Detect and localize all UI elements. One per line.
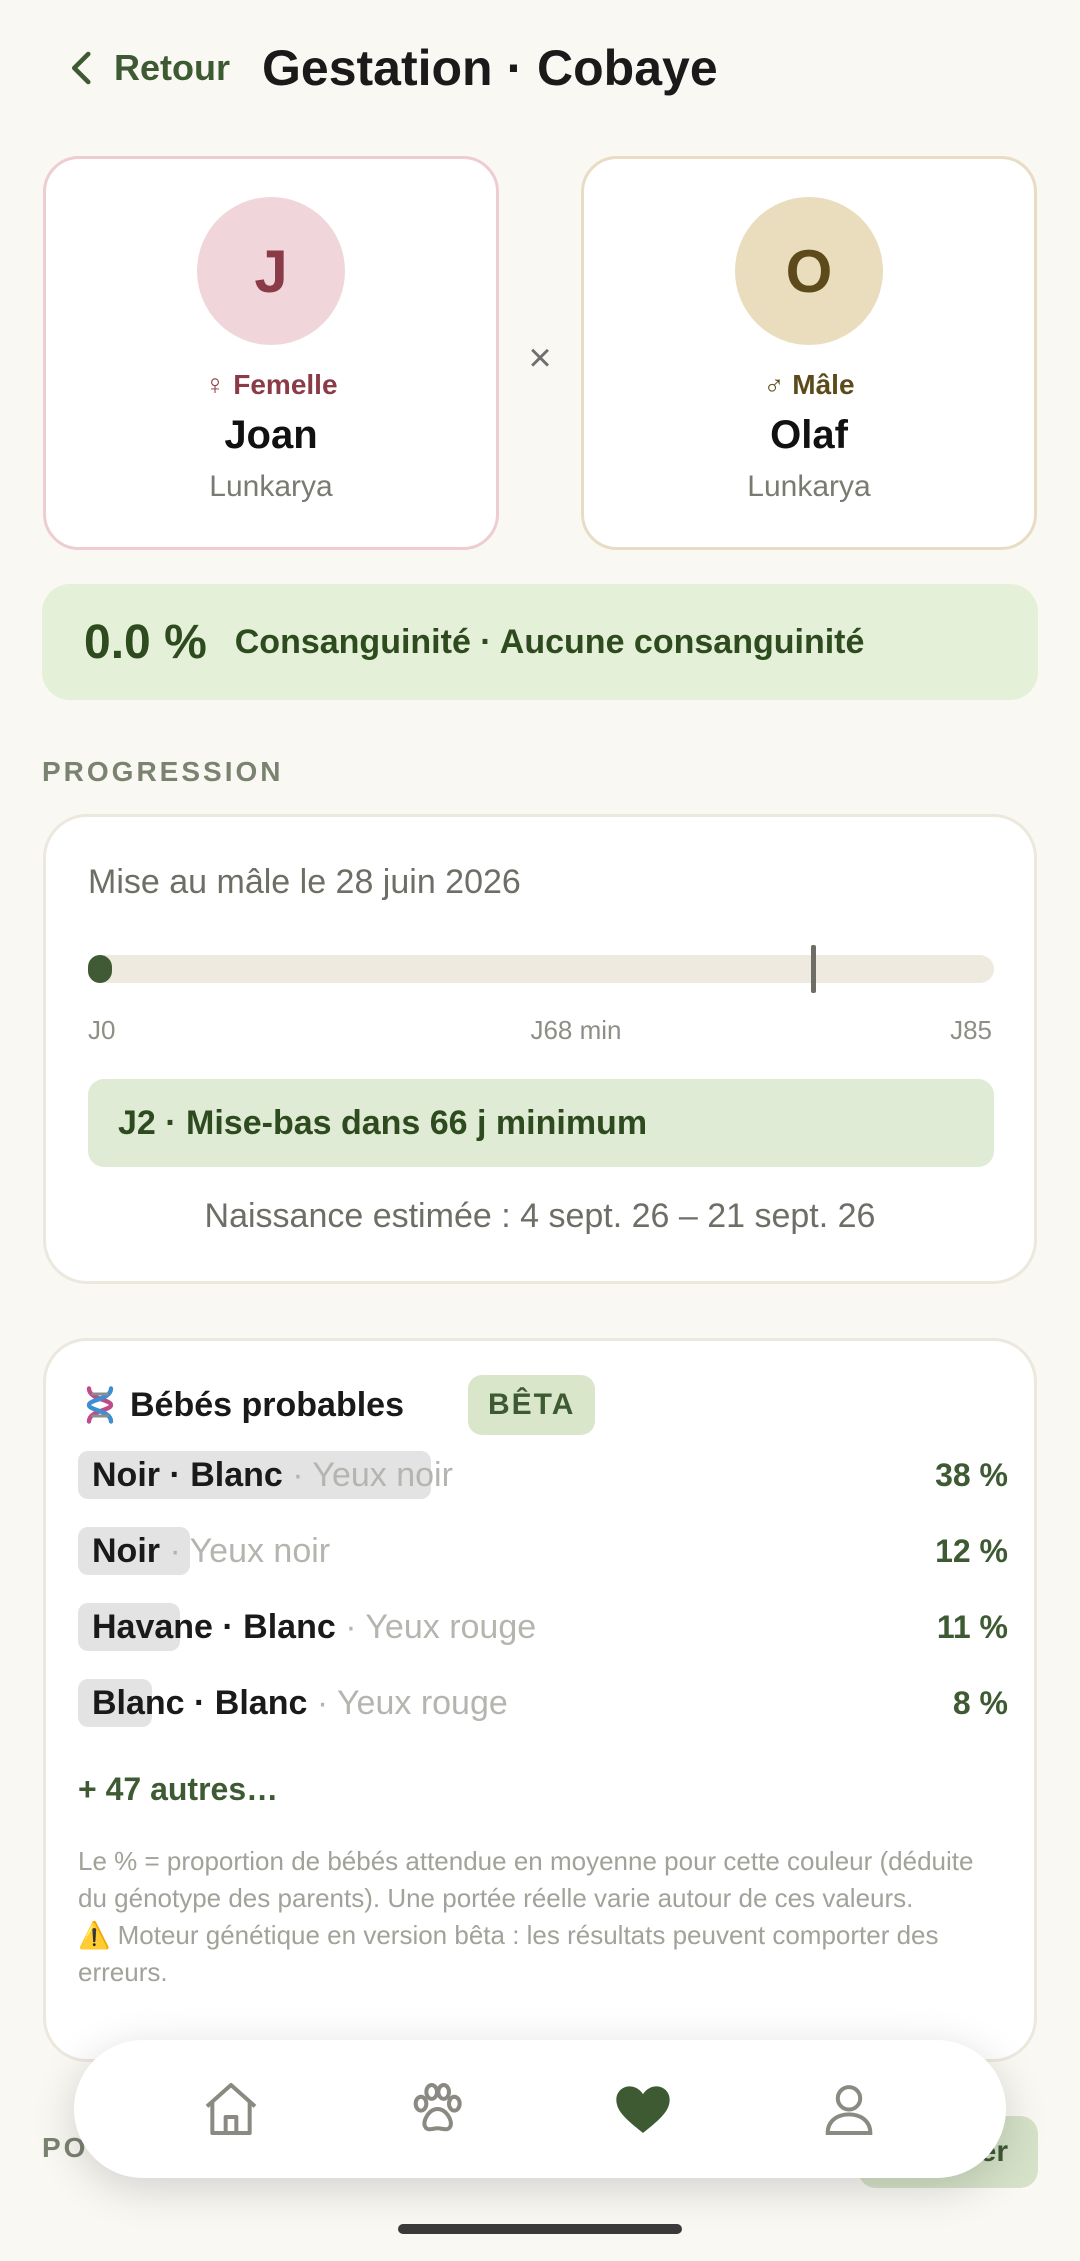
back-button[interactable]: Retour bbox=[62, 36, 230, 100]
gestation-progress-fill bbox=[88, 955, 112, 983]
prediction-eyes: · Yeux noir bbox=[282, 1456, 453, 1494]
prediction-row: Noir · Blanc · Yeux noir 38 % bbox=[78, 1447, 1008, 1503]
prediction-eyes: · Yeux rouge bbox=[307, 1684, 508, 1722]
paw-icon bbox=[413, 2083, 462, 2132]
probable-babies-card: Bébés probables BÊTA Noir · Blanc · Yeux… bbox=[43, 1338, 1037, 2062]
countdown-banner: J2 · Mise-bas dans 66 j minimum bbox=[88, 1079, 994, 1167]
beta-badge: BÊTA bbox=[467, 1375, 596, 1435]
minimum-term-marker bbox=[810, 945, 816, 993]
prediction-row: Havane · Blanc · Yeux rouge 11 % bbox=[78, 1599, 1008, 1655]
nav-home[interactable] bbox=[171, 2049, 291, 2169]
consanguinity-banner: 0.0 % Consanguinité · Aucune consanguini… bbox=[42, 584, 1038, 700]
top-bar: Retour Gestation · Cobaye bbox=[0, 0, 1080, 140]
user-icon bbox=[825, 2085, 873, 2135]
prediction-percent: 38 % bbox=[935, 1457, 1008, 1493]
female-breed: Lunkarya bbox=[209, 470, 333, 503]
prediction-coat: Havane · Blanc bbox=[92, 1608, 336, 1646]
gestation-progress-track bbox=[88, 945, 994, 993]
progression-card: Mise au mâle le 28 juin 2026 J0 J68 min … bbox=[43, 814, 1037, 1284]
male-sex-label: ♂ Mâle bbox=[763, 369, 855, 400]
progression-section-label: PROGRESSION bbox=[42, 756, 284, 787]
prediction-coat: Noir bbox=[92, 1532, 160, 1570]
prediction-eyes: · Yeux noir bbox=[160, 1532, 331, 1570]
female-name: Joan bbox=[224, 413, 318, 457]
male-name: Olaf bbox=[770, 413, 848, 457]
page-title: Gestation · Cobaye bbox=[262, 40, 718, 96]
nav-breeding[interactable] bbox=[583, 2049, 703, 2169]
back-label: Retour bbox=[114, 47, 230, 88]
female-parent-card[interactable]: J ♀ Femelle Joan Lunkarya bbox=[43, 156, 499, 550]
consanguinity-label: Consanguinité · Aucune consanguinité bbox=[234, 622, 865, 661]
prediction-percent: 12 % bbox=[935, 1533, 1008, 1569]
prediction-percent: 8 % bbox=[952, 1685, 1008, 1721]
babies-title: Bébés probables bbox=[130, 1385, 404, 1424]
tick-label-end: J85 bbox=[950, 1015, 992, 1045]
male-avatar: O bbox=[735, 197, 883, 345]
heart-icon bbox=[616, 2086, 670, 2133]
prediction-coat: Noir · Blanc bbox=[92, 1456, 283, 1494]
prediction-row: Blanc · Blanc · Yeux rouge 8 % bbox=[78, 1675, 1008, 1731]
prediction-row: Noir · Yeux noir 12 % bbox=[78, 1523, 1008, 1579]
prediction-label: Blanc · Blanc · Yeux rouge bbox=[92, 1675, 508, 1731]
prediction-eyes: · Yeux rouge bbox=[335, 1608, 537, 1646]
female-sex-label: ♀ Femelle bbox=[204, 369, 338, 400]
consanguinity-value: 0.0 % bbox=[84, 615, 207, 669]
prediction-coat: Blanc · Blanc bbox=[92, 1684, 308, 1722]
home-icon bbox=[205, 2083, 257, 2135]
male-parent-card[interactable]: O ♂ Mâle Olaf Lunkarya bbox=[581, 156, 1037, 550]
home-indicator[interactable] bbox=[398, 2224, 682, 2234]
female-avatar: J bbox=[197, 197, 345, 345]
chevron-left-icon bbox=[71, 51, 91, 85]
estimated-birth: Naissance estimée : 4 sept. 26 – 21 sept… bbox=[204, 1197, 876, 1235]
babies-disclaimer: Le % = proportion de bébés attendue en m… bbox=[78, 1843, 1008, 1991]
male-breed: Lunkarya bbox=[747, 470, 871, 503]
disclaimer-percent-explanation: Le % = proportion de bébés attendue en m… bbox=[78, 1846, 974, 1913]
mating-date: Mise au mâle le 28 juin 2026 bbox=[88, 863, 521, 901]
cross-icon: × bbox=[528, 336, 552, 380]
prediction-percent: 11 % bbox=[936, 1609, 1008, 1645]
more-predictions-link[interactable]: + 47 autres… bbox=[78, 1771, 278, 1808]
nav-animals[interactable] bbox=[377, 2049, 497, 2169]
disclaimer-beta-warning: ⚠️ Moteur génétique en version bêta : le… bbox=[78, 1920, 939, 1987]
prediction-label: Noir · Blanc · Yeux noir bbox=[92, 1447, 453, 1503]
babies-header: Bébés probables BÊTA bbox=[78, 1375, 596, 1435]
nav-profile[interactable] bbox=[789, 2049, 909, 2169]
prediction-label: Havane · Blanc · Yeux rouge bbox=[92, 1599, 536, 1655]
tick-label-start: J0 bbox=[88, 1015, 116, 1045]
tick-label-minimum: J68 min bbox=[530, 1015, 622, 1045]
bottom-nav bbox=[74, 2040, 1006, 2178]
prediction-label: Noir · Yeux noir bbox=[92, 1523, 330, 1579]
dna-icon bbox=[86, 1386, 114, 1424]
